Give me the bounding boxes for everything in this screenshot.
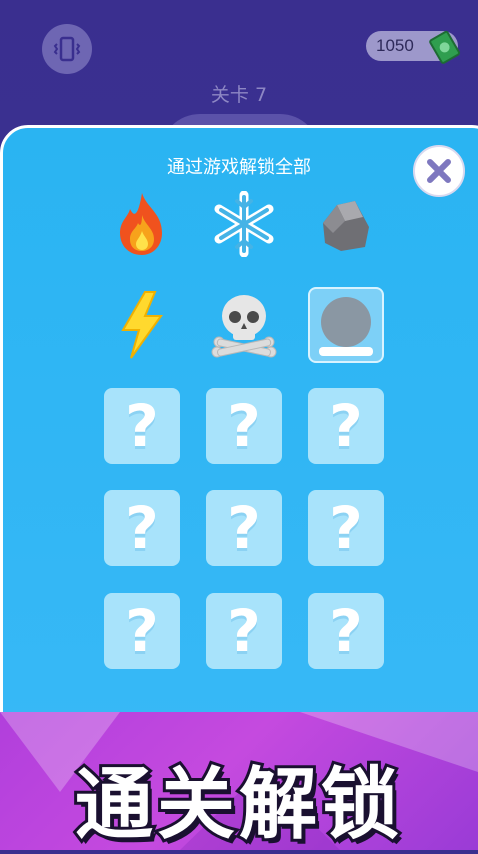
question-mark: ?: [227, 392, 261, 460]
locked-slot[interactable]: ?: [104, 388, 180, 464]
close-button[interactable]: [413, 145, 465, 197]
ball-skin-plain-selected[interactable]: [308, 287, 384, 363]
locked-slot[interactable]: ?: [104, 593, 180, 669]
locked-slot[interactable]: ?: [206, 388, 282, 464]
level-label: 关卡 7: [210, 84, 268, 106]
locked-slot[interactable]: ?: [104, 490, 180, 566]
panel-title: 通过游戏解锁全部: [167, 157, 311, 178]
ball-skin-rock[interactable]: [308, 186, 384, 262]
question-mark: ?: [329, 494, 363, 562]
question-mark: ?: [329, 392, 363, 460]
question-mark: ?: [125, 494, 159, 562]
question-mark: ?: [125, 597, 159, 665]
coin-count: 1050: [376, 36, 414, 55]
ball-skin-ice[interactable]: [206, 186, 282, 262]
banner-title: 通关解锁: [72, 757, 403, 853]
ball-skin-skull[interactable]: [206, 287, 282, 363]
locked-slot[interactable]: ?: [206, 490, 282, 566]
locked-slot[interactable]: ?: [206, 593, 282, 669]
locked-slot[interactable]: ?: [308, 388, 384, 464]
snowflake-icon: [214, 191, 274, 257]
rock-icon: [323, 201, 369, 251]
vibrate-phone-icon: [53, 36, 81, 62]
question-mark: ?: [125, 392, 159, 460]
question-mark: ?: [227, 597, 261, 665]
fire-icon: [120, 193, 162, 255]
vibrate-toggle-button[interactable]: [42, 24, 92, 74]
ball-skin-fire[interactable]: [104, 186, 180, 262]
lightning-icon: [121, 291, 163, 359]
ball-skin-lightning[interactable]: [104, 287, 180, 363]
locked-slot[interactable]: ?: [308, 593, 384, 669]
question-mark: ?: [227, 494, 261, 562]
plain-ball-icon: [319, 297, 373, 356]
skull-icon: [211, 295, 277, 358]
question-mark: ?: [329, 597, 363, 665]
cash-icon: [429, 30, 461, 64]
locked-slot[interactable]: ?: [308, 490, 384, 566]
close-x-icon: [427, 159, 451, 183]
